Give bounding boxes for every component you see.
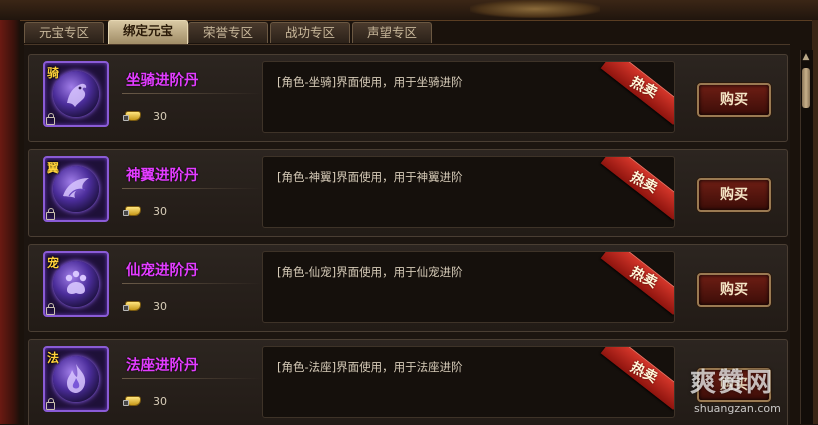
item-description-box: [角色-坐骑]界面使用，用于坐骑进阶 热卖 <box>262 61 675 133</box>
flame-icon <box>67 364 86 393</box>
item-orb <box>53 261 99 307</box>
tab-merit-zone[interactable]: 战功专区 <box>270 22 350 43</box>
hot-sale-ribbon: 热卖 <box>600 252 674 315</box>
hot-sale-label: 热卖 <box>627 264 660 292</box>
hot-sale-ribbon: 热卖 <box>600 157 674 220</box>
divider <box>122 283 262 284</box>
shop-item-row: 翼 神翼进阶丹 30 [角色-神翼]界面使用，用于神翼进阶 热卖 购买 <box>28 149 788 237</box>
buy-button[interactable]: 购买 <box>697 178 771 212</box>
tab-prestige-zone[interactable]: 声望专区 <box>352 22 432 43</box>
item-icon-slot[interactable]: 宠 <box>43 251 109 317</box>
hot-sale-label: 热卖 <box>627 359 660 387</box>
divider <box>122 378 262 379</box>
buy-button[interactable]: 购买 <box>697 83 771 117</box>
scrollbar-thumb[interactable] <box>802 68 810 108</box>
price-value: 30 <box>153 110 167 123</box>
shop-item-row: 骑 坐骑进阶丹 30 [角色-坐骑]界面使用，用于坐骑进阶 热卖 购买 <box>28 54 788 142</box>
watermark-url: shuangzan.com <box>694 402 781 415</box>
item-name: 法座进阶丹 <box>126 358 199 374</box>
item-name: 神翼进阶丹 <box>126 168 199 184</box>
item-icon-slot[interactable]: 法 <box>43 346 109 412</box>
wing-icon <box>63 178 89 198</box>
hot-sale-ribbon: 热卖 <box>600 62 674 125</box>
lock-icon <box>46 303 55 315</box>
buy-button[interactable]: 购买 <box>697 273 771 307</box>
price-value: 30 <box>153 300 167 313</box>
item-tag: 翼 <box>47 161 60 175</box>
horse-icon <box>67 83 87 107</box>
hot-sale-ribbon: 热卖 <box>600 347 674 410</box>
item-description-box: [角色-仙宠]界面使用，用于仙宠进阶 热卖 <box>262 251 675 323</box>
watermark: 爽赞网 shuangzan.com <box>688 362 812 424</box>
item-description-box: [角色-法座]界面使用，用于法座进阶 热卖 <box>262 346 675 418</box>
price-value: 30 <box>153 205 167 218</box>
shop-item-list: 骑 坐骑进阶丹 30 [角色-坐骑]界面使用，用于坐骑进阶 热卖 购买 翼 神翼… <box>24 44 790 425</box>
item-icon-slot[interactable]: 翼 <box>43 156 109 222</box>
top-ornament <box>470 0 600 18</box>
watermark-logo-text: 爽赞网 <box>690 368 775 398</box>
tab-bound-yuanbao[interactable]: 绑定元宝 <box>108 20 188 44</box>
hot-sale-label: 热卖 <box>627 169 660 197</box>
item-tag: 宠 <box>47 256 60 270</box>
divider <box>122 93 262 94</box>
item-name: 坐骑进阶丹 <box>126 73 199 89</box>
window-left-frame <box>0 20 20 424</box>
item-orb <box>53 166 99 212</box>
item-tag: 骑 <box>47 66 60 80</box>
item-description: [角色-坐骑]界面使用，用于坐骑进阶 <box>277 75 463 89</box>
paw-icon <box>65 270 87 294</box>
window-top-frame <box>0 0 818 21</box>
shop-item-row: 法 法座进阶丹 30 [角色-法座]界面使用，用于法座进阶 热卖 购买 <box>28 339 788 425</box>
lock-icon <box>46 208 55 220</box>
scroll-up-arrow-icon[interactable]: ▲ <box>800 50 812 64</box>
item-orb <box>53 356 99 402</box>
divider <box>122 188 262 189</box>
lock-icon <box>46 113 55 125</box>
tab-yuanbao-zone[interactable]: 元宝专区 <box>24 22 104 43</box>
hot-sale-label: 热卖 <box>627 74 660 102</box>
lock-icon <box>46 398 55 410</box>
bound-ingot-icon <box>123 111 141 121</box>
item-orb <box>53 71 99 117</box>
tab-honor-zone[interactable]: 荣誉专区 <box>188 22 268 43</box>
item-description: [角色-法座]界面使用，用于法座进阶 <box>277 360 463 374</box>
shop-item-row: 宠 仙宠进阶丹 30 [角色-仙宠]界面使用，用于仙宠进阶 热卖 购买 <box>28 244 788 332</box>
price-value: 30 <box>153 395 167 408</box>
bound-ingot-icon <box>123 301 141 311</box>
item-description: [角色-仙宠]界面使用，用于仙宠进阶 <box>277 265 463 279</box>
item-description: [角色-神翼]界面使用，用于神翼进阶 <box>277 170 463 184</box>
item-icon-slot[interactable]: 骑 <box>43 61 109 127</box>
item-tag: 法 <box>47 351 60 365</box>
bound-ingot-icon <box>123 396 141 406</box>
item-name: 仙宠进阶丹 <box>126 263 199 279</box>
bound-ingot-icon <box>123 206 141 216</box>
item-description-box: [角色-神翼]界面使用，用于神翼进阶 热卖 <box>262 156 675 228</box>
